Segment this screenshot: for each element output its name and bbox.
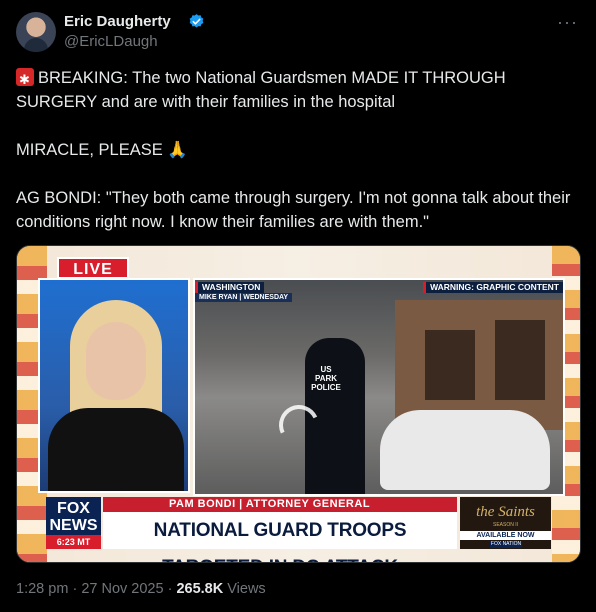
siren-icon [16, 68, 34, 92]
views-label: Views [227, 581, 266, 597]
author-handle[interactable]: @EricLDaugh [64, 33, 158, 50]
promo-title: the Saints [476, 504, 535, 520]
police-motorcycle [380, 410, 550, 490]
network-logo-text: FOX NEWS [49, 500, 98, 534]
speaker-video-panel [38, 278, 190, 493]
pray-icon: 🙏 [167, 141, 188, 159]
building-window [495, 320, 545, 400]
promo-ad: the Saints SEASON II AVAILABLE NOW FOX N… [460, 497, 551, 549]
police-label: US PARK POLICE [311, 365, 341, 392]
promo-season: SEASON II [492, 522, 518, 528]
fox-news-logo: FOX NEWS 6:23 MT [46, 497, 101, 549]
tweet-meta: 1:28 pm · 27 Nov 2025 · 265.8K Views [16, 581, 266, 597]
meta-separator: · [167, 581, 173, 597]
promo-available: AVAILABLE NOW [460, 531, 551, 540]
tweet-media-image[interactable]: LIVE US PARK POLICE WASHINGTON MIKE RYAN… [16, 245, 581, 563]
tweet-line-1: BREAKING: The two National Guardsmen MAD… [16, 66, 576, 114]
live-badge: LIVE [57, 257, 129, 279]
author-name[interactable]: Eric Daugherty [64, 13, 171, 30]
reporter-tag: MIKE RYAN | WEDNESDAY [195, 293, 293, 302]
tweet-line-3: AG BONDI: "They both came through surger… [16, 189, 571, 231]
tweet-line-2: MIRACLE, PLEASE 🙏 [16, 141, 188, 159]
avatar[interactable] [16, 12, 56, 52]
lower-third-headline: NATIONAL GUARD TROOPS TARGETED IN DC ATT… [103, 512, 457, 562]
tweet-text: BREAKING: The two National Guardsmen MAD… [16, 66, 576, 234]
lower-third-subtitle: PAM BONDI | ATTORNEY GENERAL [103, 497, 457, 512]
building-window [425, 330, 475, 400]
scene-video-panel: US PARK POLICE WASHINGTON MIKE RYAN | WE… [193, 278, 565, 496]
more-options-icon[interactable]: ··· [557, 12, 578, 33]
speaker-body [48, 408, 184, 491]
meta-separator: · [72, 581, 78, 597]
network-time: 6:23 MT [46, 535, 101, 549]
tweet-header: Eric Daugherty @EricLDaugh ··· [16, 12, 580, 56]
views-count[interactable]: 265.8K [176, 581, 223, 597]
speaker-face [86, 322, 146, 400]
promo-network: FOX NATION [490, 541, 522, 548]
location-tag: WASHINGTON [195, 282, 265, 293]
verified-badge-icon [189, 14, 204, 28]
warning-tag: WARNING: GRAPHIC CONTENT [423, 282, 563, 293]
tweet-time[interactable]: 1:28 pm [16, 581, 68, 597]
tweet-date[interactable]: 27 Nov 2025 [81, 581, 163, 597]
